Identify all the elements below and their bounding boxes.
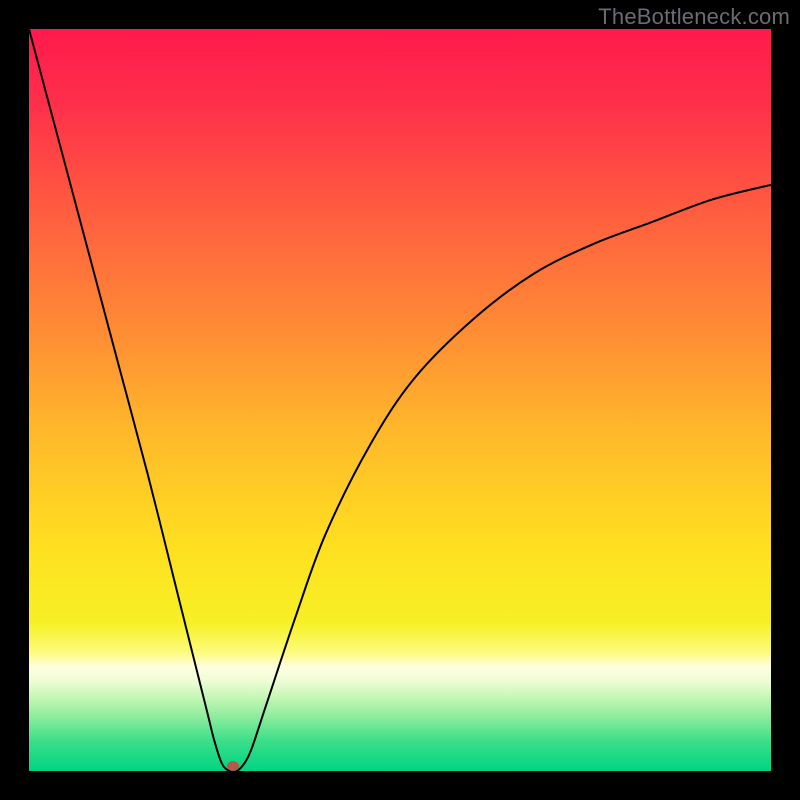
chart-frame: TheBottleneck.com (0, 0, 800, 800)
optimal-point-marker (227, 761, 239, 771)
plot-area (29, 29, 771, 771)
attribution-label: TheBottleneck.com (598, 4, 790, 30)
gradient-background (29, 29, 771, 771)
chart-svg (29, 29, 771, 771)
